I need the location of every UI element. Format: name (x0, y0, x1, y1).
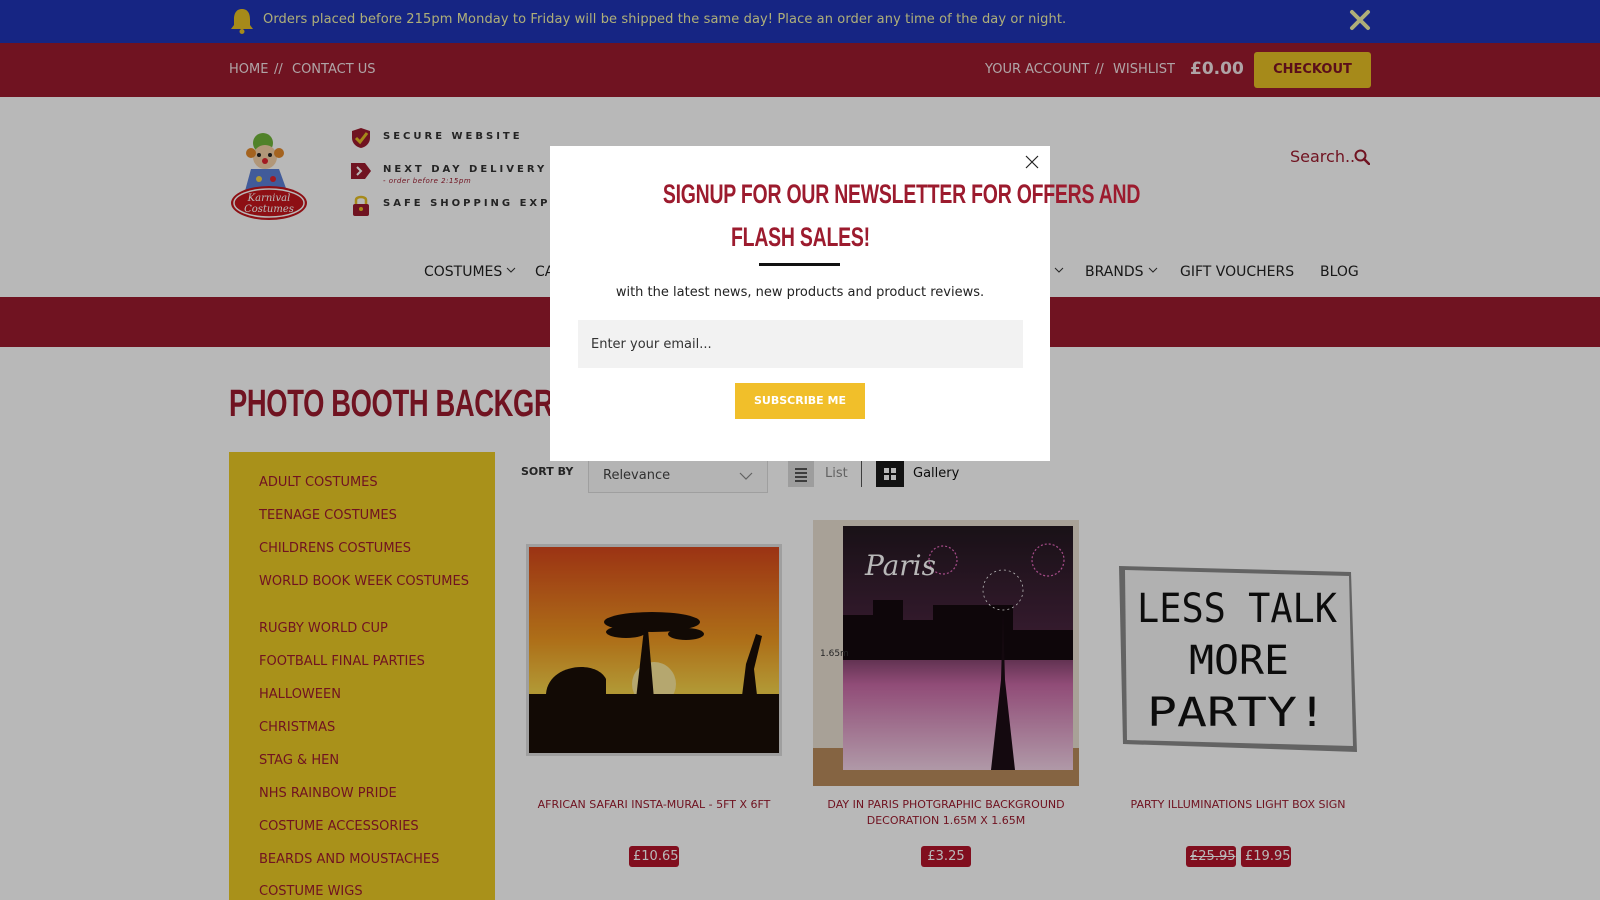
newsletter-title-line-1: SIGNUP FOR OUR NEWSLETTER FOR OFFERS AND (662, 179, 1141, 209)
close-icon[interactable] (1023, 153, 1041, 171)
email-field[interactable] (578, 320, 1023, 368)
newsletter-modal: SIGNUP FOR OUR NEWSLETTER FOR OFFERS AND… (550, 146, 1141, 461)
newsletter-title-line-2: FLASH SALES! (730, 222, 870, 252)
newsletter-title: SIGNUP FOR OUR NEWSLETTER FOR OFFERS AND… (570, 173, 1141, 259)
subscribe-button[interactable]: SUBSCRIBE ME (735, 383, 865, 419)
newsletter-subtitle: with the latest news, new products and p… (615, 285, 985, 300)
title-divider (759, 263, 840, 266)
